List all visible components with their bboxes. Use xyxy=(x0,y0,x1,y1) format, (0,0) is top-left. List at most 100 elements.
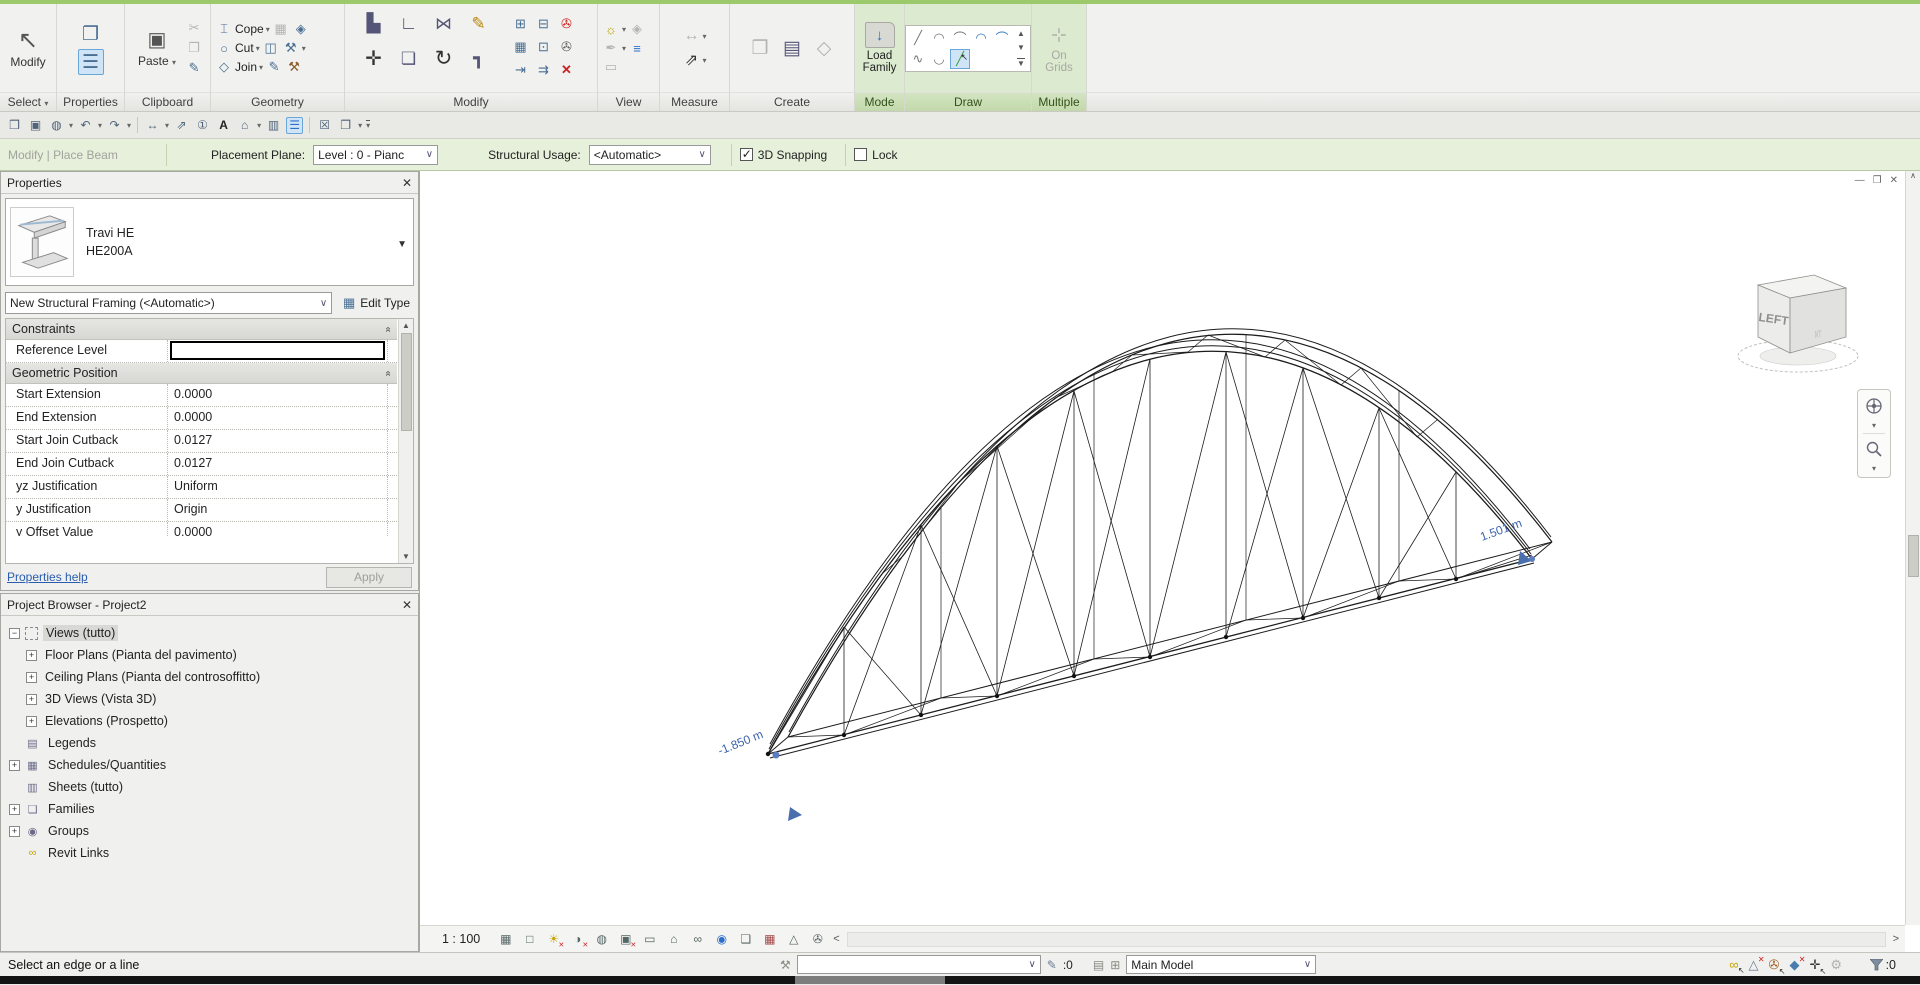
crop-view-icon[interactable]: ▣ xyxy=(617,931,634,948)
select-underlay-toggle[interactable]: △✕ xyxy=(1749,957,1759,973)
hammer-icon[interactable]: ⚒ xyxy=(285,58,303,76)
cut-clipboard-icon[interactable]: ✂ xyxy=(185,19,203,37)
sync-icon[interactable]: ◍ xyxy=(48,117,65,134)
tree-item-revit-links[interactable]: ∞ Revit Links xyxy=(3,842,416,864)
lock-3d-view-icon[interactable]: ⌂ xyxy=(665,931,682,948)
customize-qat-icon[interactable]: ▾ xyxy=(366,120,370,130)
mirror-pick-axis-icon[interactable]: ⋈ xyxy=(434,14,454,34)
tag-by-category-icon[interactable]: ① xyxy=(194,117,211,134)
legend-component-icon[interactable]: ◇ xyxy=(811,35,837,61)
tree-item-3d-views[interactable]: + 3D Views (Vista 3D) xyxy=(3,688,416,710)
expand-expander-icon[interactable]: + xyxy=(26,716,37,727)
temporary-hide-isolate-icon[interactable]: ◉ xyxy=(713,931,730,948)
properties-scrollbar[interactable]: ▲ ▼ xyxy=(398,319,413,563)
delete-icon[interactable]: ✕ xyxy=(557,60,577,80)
scroll-down-icon[interactable]: ▼ xyxy=(402,552,410,561)
detail-level-icon[interactable]: ▦ xyxy=(497,931,514,948)
reveal-hidden-elements-icon[interactable]: ∞ xyxy=(689,931,706,948)
group-header-constraints[interactable]: Constraints» xyxy=(6,319,397,340)
draw-line-icon[interactable]: ╱ xyxy=(908,28,928,48)
filter-icon[interactable] xyxy=(1870,959,1883,971)
placement-plane-dropdown[interactable]: Level : 0 - Pianc∨ xyxy=(313,145,438,165)
edit-profile-icon[interactable]: ✎ xyxy=(265,58,283,76)
mirror-draw-axis-icon[interactable]: ✎ xyxy=(469,14,489,34)
modify-button[interactable]: ↖ Modify xyxy=(4,26,51,71)
chevron-down-icon[interactable]: ▾ xyxy=(1872,464,1876,473)
redo-icon[interactable]: ↷ xyxy=(106,117,123,134)
scroll-down-icon[interactable]: ▼ xyxy=(1017,43,1025,52)
pick-lines-tool-selected[interactable]: ╱↖ xyxy=(950,49,970,69)
draw-arc-center-icon[interactable]: ⌒ xyxy=(950,28,970,48)
trim-extend-multiple-icon[interactable]: ⇉ xyxy=(534,60,554,80)
create-similar-icon[interactable]: ▤ xyxy=(779,35,805,61)
worksets-dropdown[interactable]: ∨ xyxy=(797,955,1041,974)
collapse-icon[interactable]: » xyxy=(383,326,394,332)
collapse-expander-icon[interactable]: − xyxy=(9,628,20,639)
visual-style-icon[interactable]: □ xyxy=(521,931,538,948)
aligned-dimension-icon[interactable]: ⇗ xyxy=(173,117,190,134)
lock-checkbox[interactable]: Lock xyxy=(854,148,897,162)
split-element-icon[interactable]: ⊞ xyxy=(511,14,531,34)
cut-geometry-icon[interactable]: ○ xyxy=(215,39,233,57)
zoom-icon[interactable] xyxy=(1861,437,1887,461)
draw-gallery-scroll[interactable]: ▲ ▼ ▼ xyxy=(1014,28,1028,69)
viewcube-side-face[interactable] xyxy=(1790,288,1846,353)
aligned-dimension-icon[interactable]: ⇗ xyxy=(682,51,700,69)
expand-expander-icon[interactable]: + xyxy=(26,650,37,661)
property-value[interactable]: 0.0127 xyxy=(168,453,388,475)
measure-icon[interactable]: ↔ xyxy=(682,27,700,45)
reveal-constraints-icon[interactable]: ✇ xyxy=(809,931,826,948)
group-header-geometric-position[interactable]: Geometric Position» xyxy=(6,363,397,384)
match-type-icon[interactable]: ✎ xyxy=(185,59,203,77)
align-icon[interactable]: ▙ xyxy=(364,14,384,34)
create-group-icon[interactable]: ❒ xyxy=(747,35,773,61)
rotate-icon[interactable]: ↻ xyxy=(434,49,454,69)
view-scale-button[interactable]: 1 : 100 xyxy=(442,932,480,946)
worksharing-display-icon[interactable]: ❏ xyxy=(737,931,754,948)
scroll-up-icon[interactable]: ∧ xyxy=(1910,171,1916,180)
select-by-face-toggle[interactable]: ◆✕ xyxy=(1789,957,1799,973)
property-value[interactable]: Uniform xyxy=(168,476,388,498)
paste-button[interactable]: ▣ Paste ▾ xyxy=(132,25,182,71)
tree-item-families[interactable]: + ❏ Families xyxy=(3,798,416,820)
expand-expander-icon[interactable]: + xyxy=(9,760,20,771)
shadows-icon[interactable]: ◑ xyxy=(569,931,586,948)
analytical-model-icon[interactable]: △ xyxy=(785,931,802,948)
checkbox-checked[interactable] xyxy=(740,148,753,161)
drag-on-selection-toggle[interactable]: ✛↖ xyxy=(1809,957,1820,973)
edit-type-button[interactable]: ▦Edit Type xyxy=(338,293,414,313)
unpin-icon[interactable]: ✇ xyxy=(557,14,577,34)
copy-icon[interactable]: ❏ xyxy=(399,49,419,69)
property-value[interactable]: Origin xyxy=(168,499,388,521)
split-with-gap-icon[interactable]: ⊟ xyxy=(534,14,554,34)
reference-level-input[interactable] xyxy=(170,341,385,360)
measure-icon[interactable]: ↔ xyxy=(144,117,161,134)
offset-icon[interactable]: ∟ xyxy=(399,14,419,34)
tree-item-floor-plans[interactable]: + Floor Plans (Pianta del pavimento) xyxy=(3,644,416,666)
trim-extend-single-icon[interactable]: ⇥ xyxy=(511,60,531,80)
panel-label-select[interactable]: Select ▾ xyxy=(0,92,56,111)
move-icon[interactable]: ✛ xyxy=(364,49,384,69)
rendering-dialog-icon[interactable]: ◍ xyxy=(593,931,610,948)
switch-windows-icon[interactable]: ❐ xyxy=(337,117,354,134)
close-hidden-windows-icon[interactable]: ☒ xyxy=(316,117,333,134)
select-pinned-toggle[interactable]: ✇↖ xyxy=(1769,957,1780,973)
property-value[interactable]: 0.0000 xyxy=(168,407,388,429)
wall-joins-icon[interactable]: ◫ xyxy=(262,39,280,57)
section-icon[interactable]: ▥ xyxy=(265,117,282,134)
cope-icon[interactable]: ⌶ xyxy=(215,20,233,38)
apply-button[interactable]: Apply xyxy=(326,567,412,588)
join-geometry-icon[interactable]: ◇ xyxy=(215,58,233,76)
scrollbar-thumb[interactable] xyxy=(1908,535,1919,577)
draw-spline-icon[interactable]: ∿ xyxy=(908,49,928,69)
undo-icon[interactable]: ↶ xyxy=(77,117,94,134)
paint-icon[interactable]: ◈ xyxy=(292,20,310,38)
properties-toggle-button[interactable]: ☰ xyxy=(78,49,104,75)
scrollbar-thumb[interactable] xyxy=(401,333,412,431)
sun-path-icon[interactable]: ☀ xyxy=(545,931,562,948)
select-links-toggle[interactable]: ∞↖ xyxy=(1729,957,1738,972)
draw-tangent-arc-icon[interactable]: ⌒ xyxy=(992,28,1012,48)
close-icon[interactable]: ✕ xyxy=(402,598,412,612)
pin-icon[interactable]: ✇ xyxy=(557,37,577,57)
draw-half-ellipse-icon[interactable]: ◡ xyxy=(929,49,949,69)
